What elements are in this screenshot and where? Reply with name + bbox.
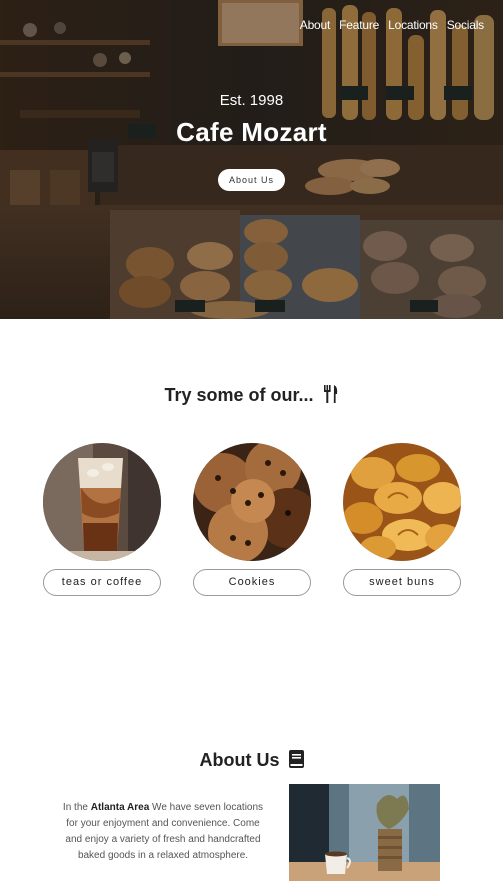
about-section-heading: About Us	[0, 750, 503, 773]
menu-item-sweet-buns: sweet buns	[343, 443, 461, 596]
menu-item-teas-coffee: teas or coffee	[43, 443, 161, 596]
menu-item-cookies: Cookies	[193, 443, 311, 596]
nav-link-socials[interactable]: Socials	[447, 18, 484, 32]
cafe-title: Cafe Mozart	[176, 117, 327, 147]
hero-overlay	[0, 0, 503, 319]
cookies-image	[193, 443, 311, 561]
iced-coffee-image	[43, 443, 161, 561]
top-navigation: About Feature Locations Socials	[291, 18, 484, 32]
try-section-heading: Try some of our...	[0, 385, 503, 408]
about-text-prefix: In the	[62, 802, 91, 813]
teas-coffee-button[interactable]: teas or coffee	[43, 569, 161, 596]
sweet-buns-image	[343, 443, 461, 561]
established-year: Est. 1998	[219, 92, 284, 109]
about-description: In the Atlanta Area We have seven locati…	[62, 800, 264, 864]
about-text-location: Atlanta Area	[90, 802, 150, 813]
try-heading-text: Try some of our...	[164, 385, 314, 405]
about-us-button[interactable]: About Us	[218, 169, 285, 191]
book-icon	[288, 750, 304, 773]
hero-banner: About Feature Locations Socials Est. 199…	[0, 0, 503, 319]
nav-link-about[interactable]: About	[300, 18, 331, 32]
nav-link-feature[interactable]: Feature	[339, 18, 379, 32]
cookies-button[interactable]: Cookies	[193, 569, 311, 596]
nav-link-locations[interactable]: Locations	[388, 18, 438, 32]
about-heading-text: About Us	[199, 750, 280, 770]
fork-knife-icon	[323, 385, 339, 408]
sweet-buns-button[interactable]: sweet buns	[343, 569, 461, 596]
coffee-cup-and-plant-image	[289, 784, 440, 881]
